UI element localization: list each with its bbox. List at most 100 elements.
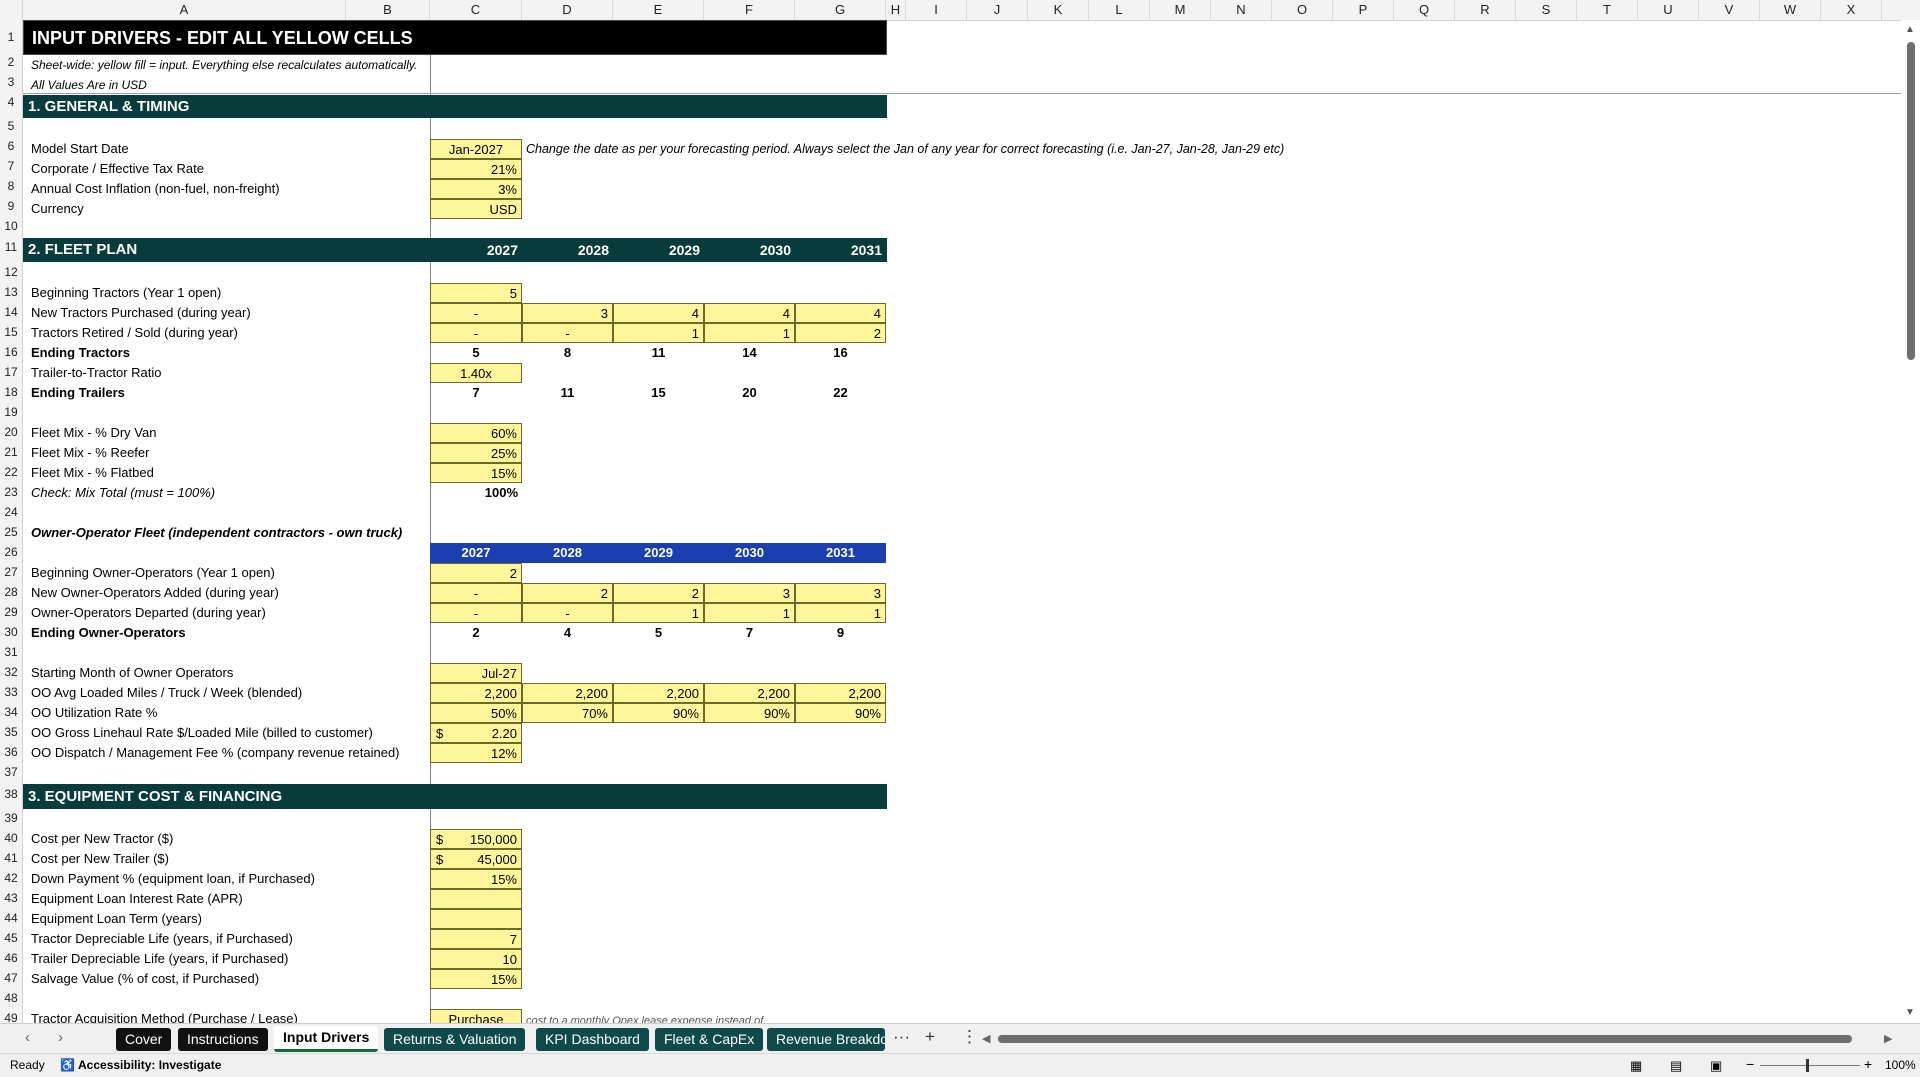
input-new-tractors[interactable]: 4 xyxy=(613,303,704,323)
label-model-start-date[interactable]: Model Start Date xyxy=(27,139,133,159)
label-cost-inflation[interactable]: Annual Cost Inflation (non-fuel, non-fre… xyxy=(27,179,284,199)
tab-revenue-breakdown[interactable]: Revenue Breakdo xyxy=(767,1028,885,1051)
column-header-w[interactable]: W xyxy=(1760,0,1821,20)
fleet-year-header[interactable]: 2027 xyxy=(430,238,522,262)
row-header[interactable]: 40 xyxy=(0,831,22,845)
input-new-tractors[interactable]: 4 xyxy=(704,303,795,323)
column-header-e[interactable]: E xyxy=(613,0,704,20)
row-header[interactable]: 7 xyxy=(0,159,22,173)
input-retired-tractors[interactable]: 2 xyxy=(795,323,886,343)
row-header[interactable]: 21 xyxy=(0,445,22,459)
label-loan-term[interactable]: Equipment Loan Term (years) xyxy=(27,909,206,929)
input-oo-utilization[interactable]: 90% xyxy=(613,703,704,723)
row-header[interactable]: 30 xyxy=(0,625,22,639)
row-header[interactable]: 48 xyxy=(0,991,22,1005)
row-header[interactable]: 13 xyxy=(0,285,22,299)
input-oo-miles[interactable]: 2,200 xyxy=(430,683,522,703)
row-header[interactable]: 35 xyxy=(0,725,22,739)
column-header-c[interactable]: C xyxy=(430,0,522,20)
input-new-tractors[interactable]: 4 xyxy=(795,303,886,323)
value-ending-oo[interactable]: 9 xyxy=(795,623,886,643)
column-header-d[interactable]: D xyxy=(522,0,613,20)
sheet-title[interactable]: INPUT DRIVERS - EDIT ALL YELLOW CELLS xyxy=(23,20,887,55)
worksheet-grid[interactable]: INPUT DRIVERS - EDIT ALL YELLOW CELLS Sh… xyxy=(23,20,1901,1023)
value-mix-check[interactable]: 100% xyxy=(430,483,522,503)
input-mix-reefer[interactable]: 25% xyxy=(430,443,522,463)
row-header[interactable]: 33 xyxy=(0,685,22,699)
column-header-f[interactable]: F xyxy=(704,0,795,20)
input-mix-dry-van[interactable]: 60% xyxy=(430,423,522,443)
column-header-j[interactable]: J xyxy=(967,0,1028,20)
column-header-l[interactable]: L xyxy=(1089,0,1150,20)
horizontal-scroll-thumb[interactable] xyxy=(998,1035,1852,1043)
row-header[interactable]: 24 xyxy=(0,505,22,519)
tab-kpi-dashboard[interactable]: KPI Dashboard xyxy=(536,1028,649,1051)
page-break-icon[interactable]: ▣ xyxy=(1710,1058,1722,1074)
fleet-year-header[interactable]: 2029 xyxy=(613,238,704,262)
accessibility-icon[interactable]: ♿ xyxy=(60,1058,75,1072)
label-ending-oo[interactable]: Ending Owner-Operators xyxy=(27,623,190,643)
more-tabs-icon[interactable]: ··· xyxy=(893,1027,910,1047)
column-header-s[interactable]: S xyxy=(1516,0,1577,20)
row-header[interactable]: 28 xyxy=(0,585,22,599)
input-oo-rate[interactable]: $ 2.20 xyxy=(430,723,522,743)
column-header-i[interactable]: I xyxy=(906,0,967,20)
input-loan-apr[interactable] xyxy=(430,889,522,909)
input-trailer-life[interactable]: 10 xyxy=(430,949,522,969)
heading-owner-operator[interactable]: Owner-Operator Fleet (independent contra… xyxy=(27,523,406,543)
label-ending-trailers[interactable]: Ending Trailers xyxy=(27,383,129,403)
input-loan-term[interactable] xyxy=(430,909,522,929)
row-header[interactable]: 18 xyxy=(0,385,22,399)
tab-cover[interactable]: Cover xyxy=(116,1028,172,1051)
scroll-up-icon[interactable]: ▲ xyxy=(1905,24,1915,35)
input-departed-oo[interactable]: 1 xyxy=(704,603,795,623)
input-down-payment[interactable]: 15% xyxy=(430,869,522,889)
column-header-k[interactable]: K xyxy=(1028,0,1089,20)
oo-year-header[interactable]: 2027 xyxy=(430,543,522,563)
scroll-right-icon[interactable]: ▶ xyxy=(1884,1032,1892,1045)
label-beginning-oo[interactable]: Beginning Owner-Operators (Year 1 open) xyxy=(27,563,279,583)
label-mix-dry-van[interactable]: Fleet Mix - % Dry Van xyxy=(27,423,160,443)
label-trailer-ratio[interactable]: Trailer-to-Tractor Ratio xyxy=(27,363,166,383)
input-new-tractors[interactable]: 3 xyxy=(522,303,613,323)
note-sheet-wide[interactable]: Sheet-wide: yellow fill = input. Everyth… xyxy=(27,55,421,75)
input-oo-start-month[interactable]: Jul-27 xyxy=(430,663,522,683)
vertical-scrollbar[interactable]: ▲ ▼ xyxy=(1901,20,1920,1023)
chevron-right-icon[interactable]: › xyxy=(58,1029,63,1046)
chevron-left-icon[interactable]: ‹ xyxy=(25,1029,30,1046)
column-header-g[interactable]: G xyxy=(795,0,886,20)
input-oo-utilization[interactable]: 50% xyxy=(430,703,522,723)
row-header[interactable]: 8 xyxy=(0,179,22,193)
input-salvage-value[interactable]: 15% xyxy=(430,969,522,989)
zoom-level[interactable]: 100% xyxy=(1885,1058,1916,1072)
value-ending-tractors[interactable]: 16 xyxy=(795,343,886,363)
row-header[interactable]: 42 xyxy=(0,871,22,885)
label-trailer-life[interactable]: Trailer Depreciable Life (years, if Purc… xyxy=(27,949,292,969)
label-trailer-cost[interactable]: Cost per New Trailer ($) xyxy=(27,849,173,869)
oo-year-header[interactable]: 2029 xyxy=(613,543,704,563)
label-oo-miles[interactable]: OO Avg Loaded Miles / Truck / Week (blen… xyxy=(27,683,306,703)
label-loan-apr[interactable]: Equipment Loan Interest Rate (APR) xyxy=(27,889,247,909)
column-header-m[interactable]: M xyxy=(1150,0,1211,20)
value-ending-tractors[interactable]: 8 xyxy=(522,343,613,363)
label-tractor-life[interactable]: Tractor Depreciable Life (years, if Purc… xyxy=(27,929,297,949)
input-oo-miles[interactable]: 2,200 xyxy=(704,683,795,703)
section-equipment[interactable]: 3. EQUIPMENT COST & FINANCING xyxy=(23,784,887,809)
vertical-scroll-thumb[interactable] xyxy=(1907,42,1915,360)
row-header[interactable]: 10 xyxy=(0,219,22,233)
column-header-o[interactable]: O xyxy=(1272,0,1333,20)
value-ending-tractors[interactable]: 14 xyxy=(704,343,795,363)
input-oo-miles[interactable]: 2,200 xyxy=(613,683,704,703)
value-ending-oo[interactable]: 5 xyxy=(613,623,704,643)
label-salvage-value[interactable]: Salvage Value (% of cost, if Purchased) xyxy=(27,969,263,989)
input-oo-dispatch-fee[interactable]: 12% xyxy=(430,743,522,763)
label-mix-check[interactable]: Check: Mix Total (must = 100%) xyxy=(27,483,219,503)
zoom-slider-track[interactable] xyxy=(1760,1065,1860,1066)
input-oo-miles[interactable]: 2,200 xyxy=(795,683,886,703)
row-header[interactable]: 39 xyxy=(0,811,22,825)
zoom-slider-thumb[interactable] xyxy=(1806,1059,1809,1072)
row-header[interactable]: 34 xyxy=(0,705,22,719)
row-header[interactable]: 23 xyxy=(0,485,22,499)
label-currency[interactable]: Currency xyxy=(27,199,88,219)
row-header[interactable]: 3 xyxy=(0,75,22,89)
